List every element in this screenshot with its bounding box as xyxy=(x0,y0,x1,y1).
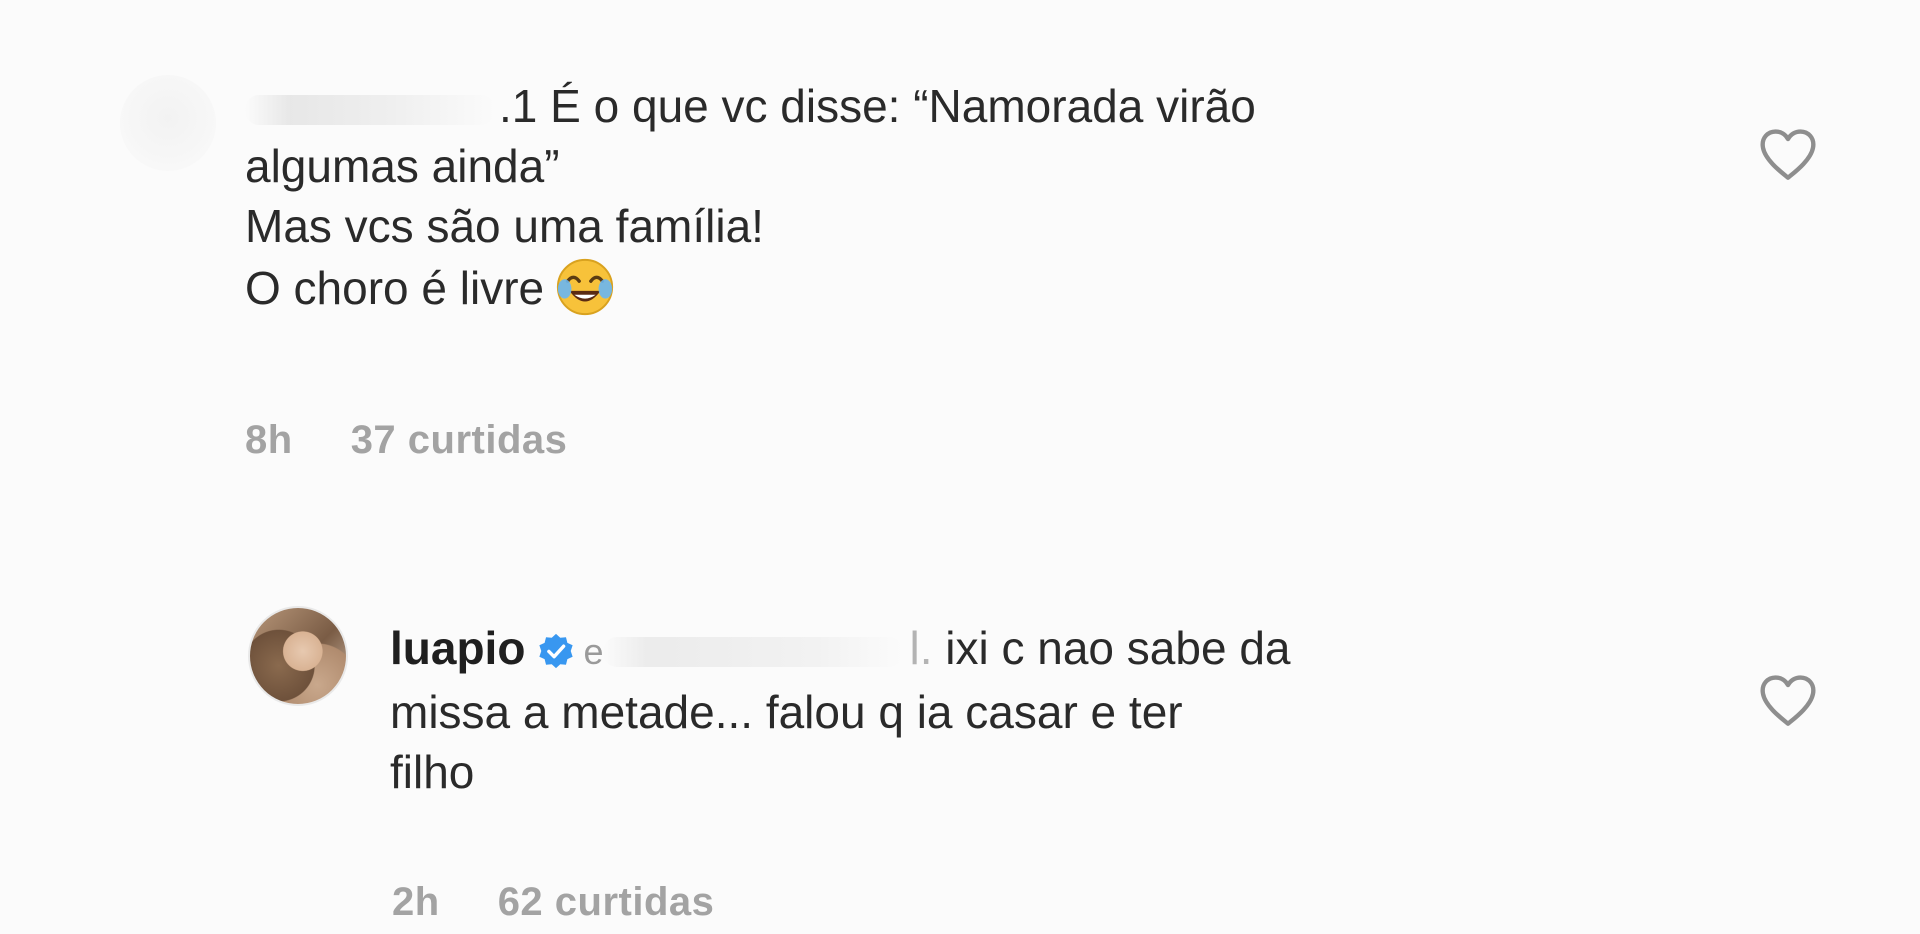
comment-line-2: algumas ainda” xyxy=(245,140,560,192)
likes-count[interactable]: 37 curtidas xyxy=(351,418,568,462)
comment-meta: 8h 37 curtidas xyxy=(245,418,625,463)
heart-icon[interactable] xyxy=(1758,126,1818,182)
comment-line-2: missa a metade... falou q ia casar e ter xyxy=(390,686,1183,738)
mention-suffix: l. xyxy=(909,622,933,674)
comment-time: 8h xyxy=(245,418,293,462)
comment-line-1: É o que vc disse: “Namorada virão xyxy=(550,80,1256,132)
comment-meta: 2h 62 curtidas xyxy=(392,880,772,925)
mention-blurred[interactable] xyxy=(603,636,904,667)
comment-line-3: Mas vcs são uma família! xyxy=(245,200,764,252)
likes-count[interactable]: 62 curtidas xyxy=(498,880,715,924)
comment-time: 2h xyxy=(392,880,440,924)
comment-text: luapio e l. ixi c nao sabe da missa a met… xyxy=(390,618,1610,802)
verified-badge-icon xyxy=(537,632,575,670)
username-blurred[interactable] xyxy=(245,94,495,125)
tears-of-joy-emoji-icon xyxy=(554,256,616,318)
heart-icon[interactable] xyxy=(1758,672,1818,728)
username-luapio[interactable]: luapio xyxy=(390,622,525,674)
avatar-blurred[interactable] xyxy=(120,75,216,171)
comment-line-1: ixi c nao sabe da xyxy=(945,622,1291,674)
comment-line-4: O choro é livre xyxy=(245,262,545,314)
avatar[interactable] xyxy=(248,606,348,706)
comment-text: .1 É o que vc disse: “Namorada virão alg… xyxy=(245,76,1595,318)
comment-line-3: filho xyxy=(390,746,475,798)
mention-prefix: e xyxy=(583,631,604,672)
mention-prefix: .1 xyxy=(499,80,538,132)
